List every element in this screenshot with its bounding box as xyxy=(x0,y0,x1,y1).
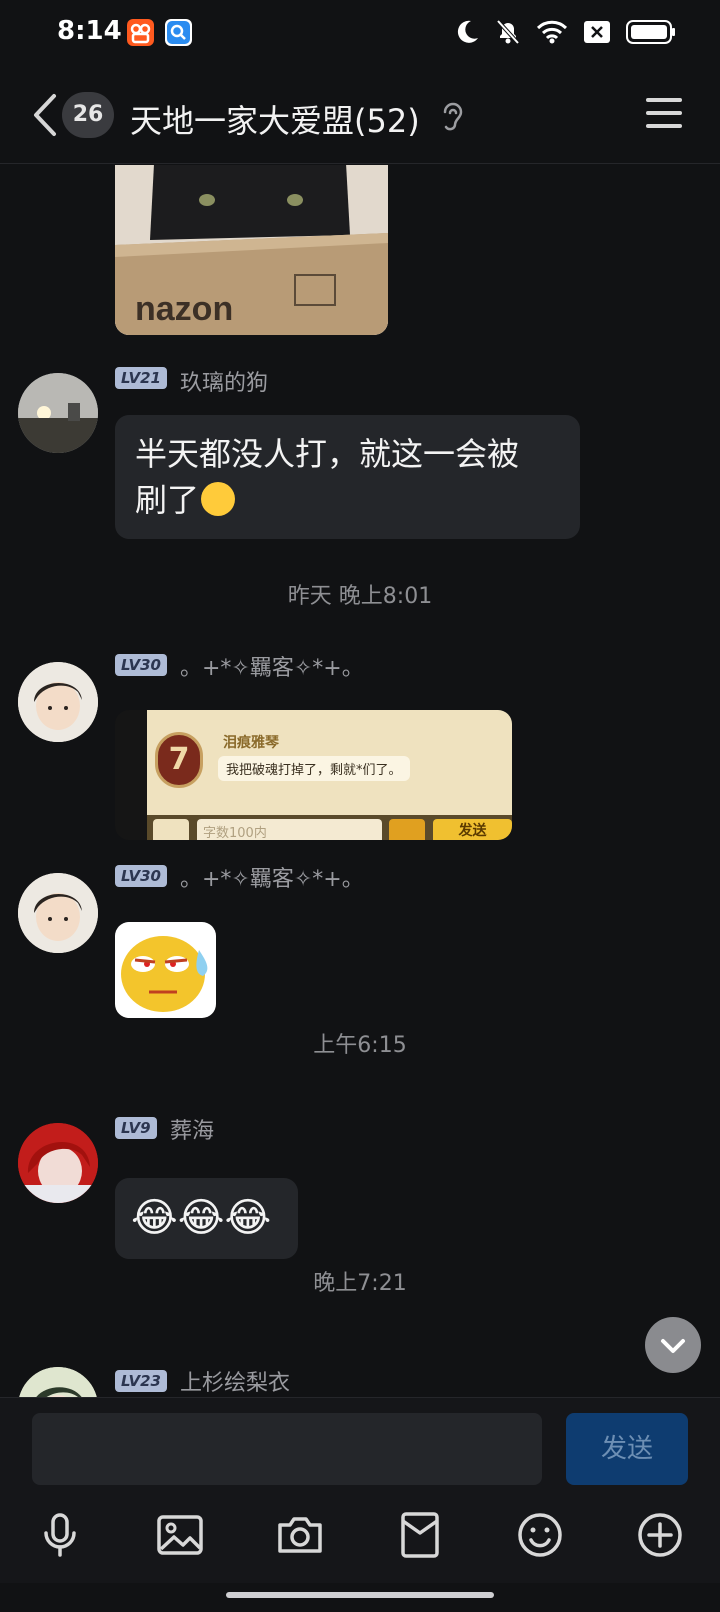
emoji-button[interactable] xyxy=(516,1511,564,1559)
ear-icon[interactable] xyxy=(440,100,466,134)
mute-bell-icon xyxy=(496,18,520,50)
cat-in-box-image: nazon xyxy=(115,165,388,335)
menu-button[interactable] xyxy=(646,98,682,132)
red-packet-button[interactable] xyxy=(396,1511,444,1559)
menu-line xyxy=(646,111,682,115)
sender-name[interactable]: 玖璃的狗 xyxy=(180,365,268,397)
game-screenshot-message[interactable]: 7 泪痕雅琴 我把破魂打掉了，剩就*们了。 字数100内 发送 xyxy=(115,710,512,840)
chevron-left-icon xyxy=(34,94,56,136)
message-input[interactable] xyxy=(32,1413,542,1485)
moon-icon xyxy=(456,19,480,49)
scroll-to-bottom-button[interactable] xyxy=(645,1317,701,1373)
sender-name[interactable]: 上杉绘梨衣 xyxy=(180,1365,290,1397)
group-title[interactable]: 天地一家大爱盟(52) xyxy=(130,96,420,142)
game-player-name: 泪痕雅琴 xyxy=(223,735,279,751)
timestamp: 上午6:15 xyxy=(313,1033,407,1058)
game-emoji-button xyxy=(389,819,425,840)
level-badge: LV30 xyxy=(115,654,167,676)
avatar[interactable] xyxy=(18,1367,98,1397)
message-text-line: 刷了 xyxy=(135,477,560,523)
level-badge: LV21 xyxy=(115,367,167,389)
menu-line xyxy=(646,124,682,128)
sender-name[interactable]: 。+*✧羈客✧*+。 xyxy=(180,861,364,893)
status-time: 8:14 xyxy=(57,16,122,46)
cat-image-message[interactable]: nazon xyxy=(115,165,388,335)
level-badge: LV23 xyxy=(115,1370,167,1392)
child-avatar-image xyxy=(18,662,98,742)
avatar[interactable] xyxy=(18,373,98,453)
smirk-emoji-icon xyxy=(201,482,236,516)
emoji-message-bubble[interactable]: 😂😂😂 xyxy=(115,1178,298,1259)
menu-line xyxy=(646,98,682,102)
rank-emblem-icon: 7 xyxy=(155,732,203,788)
camera-icon xyxy=(278,1517,322,1553)
status-icons xyxy=(456,18,676,50)
image-icon xyxy=(157,1515,203,1555)
send-button[interactable]: 发送 xyxy=(566,1413,688,1485)
anime-avatar-image xyxy=(18,1123,98,1203)
svg-text:nazon: nazon xyxy=(135,290,233,328)
sticker-message[interactable] xyxy=(115,922,216,1018)
plus-circle-icon xyxy=(638,1513,682,1557)
avatar[interactable] xyxy=(18,662,98,742)
game-input-field: 字数100内 xyxy=(197,819,382,840)
sender-name[interactable]: 。+*✧羈客✧*+。 xyxy=(180,650,364,682)
back-button[interactable] xyxy=(30,92,60,138)
unread-count-badge[interactable]: 26 xyxy=(62,92,114,138)
level-badge: LV30 xyxy=(115,865,167,887)
avatar[interactable] xyxy=(18,873,98,953)
smiley-icon xyxy=(518,1513,562,1557)
game-voice-icon xyxy=(153,819,189,840)
wifi-icon xyxy=(536,20,568,48)
red-envelope-icon xyxy=(401,1512,439,1558)
level-badge: LV9 xyxy=(115,1117,157,1139)
sunset-avatar-image xyxy=(18,373,98,453)
status-bar: 8:14 xyxy=(0,0,720,66)
microphone-icon xyxy=(44,1513,76,1557)
timestamp: 晚上7:21 xyxy=(313,1271,407,1296)
message-text: 刷了 xyxy=(135,481,200,519)
chevron-down-icon xyxy=(661,1339,685,1353)
message-list[interactable]: nazon LV21 玖璃的狗 半天都没人打，就这一会被 刷了 昨天 晚上8:0… xyxy=(0,165,720,1397)
avatar[interactable] xyxy=(18,1123,98,1203)
chat-header: 26 天地一家大爱盟(52) xyxy=(0,70,720,164)
sender-name[interactable]: 葬海 xyxy=(170,1113,214,1145)
child-avatar-image xyxy=(18,873,98,953)
camera-button[interactable] xyxy=(276,1511,324,1559)
search-app-icon xyxy=(165,19,192,46)
chat-screen: 8:14 26 天地一家大爱盟(52) nazon LV21 玖璃的狗 半天都没… xyxy=(0,0,720,1612)
message-input-bar: 发送 xyxy=(0,1397,720,1493)
home-indicator[interactable] xyxy=(226,1592,494,1598)
battery-icon xyxy=(626,20,676,48)
anime-girl-avatar-image xyxy=(18,1367,98,1397)
text-message-bubble[interactable]: 半天都没人打，就这一会被 刷了 xyxy=(115,415,580,539)
sweat-face-sticker-icon xyxy=(121,936,208,1012)
message-text: 半天都没人打，就这一会被 xyxy=(135,435,520,473)
laughing-emoji-icon: 😂😂😂 xyxy=(131,1195,272,1241)
more-button[interactable] xyxy=(636,1511,684,1559)
input-toolbar xyxy=(0,1493,720,1583)
kuaishou-app-icon xyxy=(127,19,154,46)
voice-button[interactable] xyxy=(36,1511,84,1559)
timestamp: 昨天 晚上8:01 xyxy=(287,584,433,609)
image-button[interactable] xyxy=(156,1511,204,1559)
game-send-button: 发送 xyxy=(433,819,512,840)
sim-off-icon xyxy=(584,21,610,47)
game-chat-text: 我把破魂打掉了，剩就*们了。 xyxy=(218,756,410,781)
